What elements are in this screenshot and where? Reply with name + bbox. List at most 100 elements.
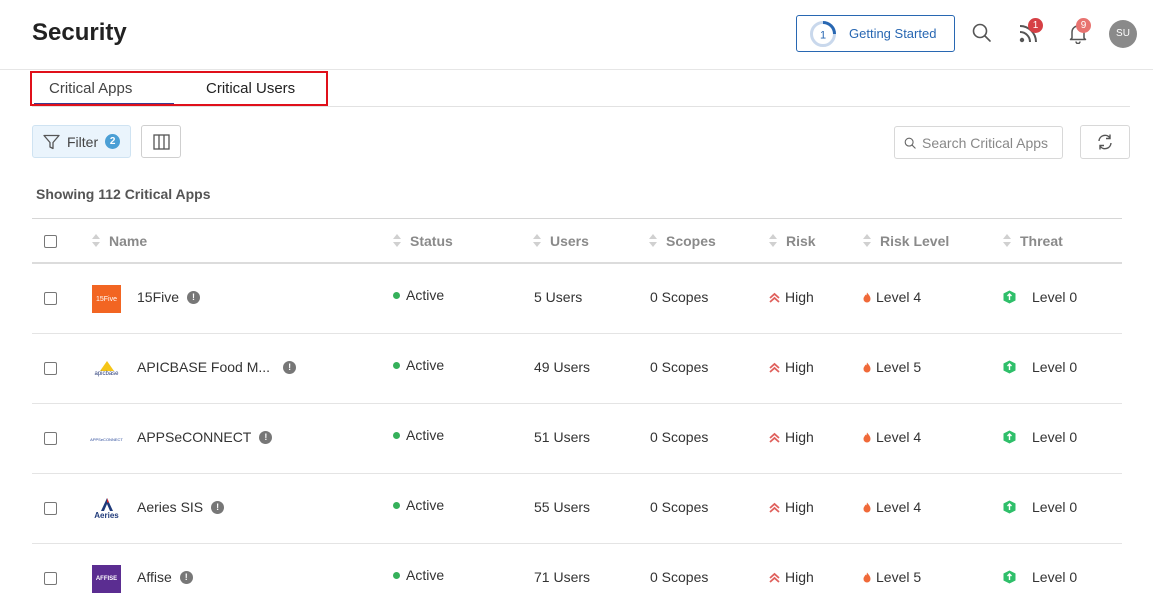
- risk-text: High: [785, 359, 814, 375]
- active-tab-indicator: [34, 103, 174, 106]
- threat-cell: Level 0: [1003, 429, 1077, 445]
- risk-chevrons-icon: [769, 362, 780, 373]
- page-title: Security: [32, 19, 127, 46]
- risk-text: High: [785, 429, 814, 445]
- info-icon[interactable]: !: [259, 430, 273, 444]
- filter-count-badge: 2: [105, 134, 121, 149]
- threat-text: Level 0: [1032, 429, 1078, 445]
- status-dot: [393, 291, 400, 299]
- sort-icon: [1003, 233, 1012, 249]
- getting-started-label: Getting Started: [849, 26, 937, 41]
- scopes-cell: 0 Scopes: [650, 499, 709, 515]
- sort-icon: [863, 233, 872, 249]
- flame-icon: [863, 502, 871, 512]
- column-header-risk-level[interactable]: Risk Level: [863, 233, 949, 249]
- sort-icon: [649, 233, 658, 249]
- column-label: Name: [109, 233, 148, 249]
- scopes-cell: 0 Scopes: [650, 429, 709, 445]
- status-text: Active: [406, 287, 445, 303]
- apicbase-logo-mark-icon: [99, 361, 114, 371]
- feed-button[interactable]: 1: [1018, 18, 1043, 44]
- info-icon[interactable]: !: [179, 570, 193, 584]
- app-name-cell: APICBASE Food M...!: [137, 359, 297, 375]
- top-header: Security 1 Getting Started 1 9 SU: [0, 0, 1153, 70]
- search-input[interactable]: [922, 134, 1062, 151]
- info-icon[interactable]: !: [187, 290, 201, 304]
- column-header-risk[interactable]: Risk: [769, 233, 816, 249]
- risk-level-cell: Level 4: [863, 499, 921, 515]
- feed-badge: 1: [1028, 18, 1043, 33]
- columns-button[interactable]: [141, 125, 181, 158]
- status-text: Active: [406, 357, 445, 373]
- filter-button[interactable]: Filter 2: [32, 125, 131, 158]
- status-cell: Active: [393, 287, 444, 303]
- search-icon[interactable]: [971, 22, 993, 44]
- risk-level-cell: Level 4: [863, 289, 921, 305]
- flame-icon: [863, 572, 871, 582]
- app-logo-15five: 15Five: [92, 285, 121, 313]
- select-all-checkbox[interactable]: [44, 235, 57, 248]
- status-dot: [393, 571, 400, 579]
- table-row[interactable]: AFFISE Affise! Active 71 Users 0 Scopes …: [32, 544, 1122, 612]
- app-logo-aeries: Aeries: [92, 495, 121, 523]
- row-checkbox[interactable]: [44, 502, 57, 515]
- risk-level-text: Level 5: [876, 569, 922, 585]
- flame-icon: [863, 432, 871, 442]
- column-label: Risk: [786, 233, 816, 249]
- app-name[interactable]: 15Five: [137, 289, 179, 305]
- column-header-users[interactable]: Users: [533, 233, 589, 249]
- threat-cell: Level 0: [1003, 569, 1077, 585]
- app-name-cell: Aeries SIS!: [137, 499, 225, 515]
- app-name[interactable]: APPSeCONNECT: [137, 429, 251, 445]
- notifications-badge: 9: [1076, 18, 1091, 33]
- column-header-threat[interactable]: Threat: [1003, 233, 1063, 249]
- app-name-cell: APPSeCONNECT!: [137, 429, 273, 445]
- user-avatar[interactable]: SU: [1109, 20, 1137, 48]
- table-row[interactable]: APPSeCONNECT APPSeCONNECT! Active 51 Use…: [32, 404, 1122, 474]
- status-cell: Active: [393, 497, 444, 513]
- app-name[interactable]: Aeries SIS: [137, 499, 203, 515]
- app-name[interactable]: APICBASE Food M...: [137, 359, 270, 375]
- tab-critical-users[interactable]: Critical Users: [206, 80, 295, 97]
- risk-chevrons-icon: [769, 572, 780, 583]
- risk-level-text: Level 4: [876, 429, 922, 445]
- getting-started-button[interactable]: 1 Getting Started: [796, 15, 955, 52]
- column-label: Scopes: [666, 233, 716, 249]
- column-label: Risk Level: [880, 233, 950, 249]
- table-row[interactable]: apicbase APICBASE Food M...! Active 49 U…: [32, 334, 1122, 404]
- risk-cell: High: [769, 499, 814, 515]
- risk-text: High: [785, 499, 814, 515]
- table-row[interactable]: Aeries Aeries SIS! Active 55 Users 0 Sco…: [32, 474, 1122, 544]
- risk-cell: High: [769, 289, 814, 305]
- tab-critical-apps[interactable]: Critical Apps: [49, 80, 132, 97]
- notifications-button[interactable]: 9: [1067, 18, 1091, 45]
- risk-level-cell: Level 5: [863, 569, 921, 585]
- risk-level-cell: Level 4: [863, 429, 921, 445]
- column-header-name[interactable]: Name: [92, 233, 147, 249]
- risk-level-text: Level 4: [876, 499, 922, 515]
- info-icon[interactable]: !: [211, 500, 225, 514]
- table-row[interactable]: 15Five 15Five! Active 5 Users 0 Scopes H…: [32, 264, 1122, 334]
- users-cell: 55 Users: [534, 499, 591, 515]
- row-checkbox[interactable]: [44, 292, 57, 305]
- app-name[interactable]: Affise: [137, 569, 172, 585]
- risk-cell: High: [769, 569, 814, 585]
- refresh-button[interactable]: [1080, 125, 1130, 159]
- users-cell: 5 Users: [534, 289, 583, 305]
- row-checkbox[interactable]: [44, 572, 57, 585]
- scopes-cell: 0 Scopes: [650, 289, 709, 305]
- status-cell: Active: [393, 427, 444, 443]
- column-header-status[interactable]: Status: [393, 233, 453, 249]
- info-icon[interactable]: !: [283, 360, 297, 374]
- users-cell: 71 Users: [534, 569, 591, 585]
- column-header-scopes[interactable]: Scopes: [649, 233, 716, 249]
- search-icon: [904, 137, 916, 149]
- getting-started-step: 1: [820, 29, 826, 41]
- app-logo-apicbase: apicbase: [92, 355, 121, 383]
- critical-apps-table: Name Status Users Scopes Risk Risk Level…: [32, 218, 1122, 612]
- row-checkbox[interactable]: [44, 362, 57, 375]
- status-dot: [393, 501, 400, 509]
- status-text: Active: [406, 427, 445, 443]
- row-checkbox[interactable]: [44, 432, 57, 445]
- threat-shield-icon: [1003, 360, 1016, 374]
